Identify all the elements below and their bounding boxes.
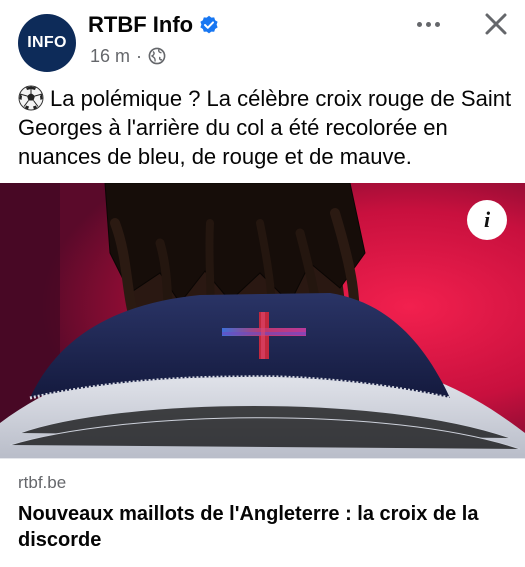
jersey-photo [0,183,525,458]
more-options-dot [425,21,431,27]
post-header: INFO RTBF Info 16 m · [0,0,525,80]
more-options-button[interactable] [410,10,446,38]
avatar-label: INFO [27,34,67,51]
globe-icon [148,47,166,65]
page-name-row: RTBF Info [88,10,219,40]
info-button[interactable]: i [467,200,507,240]
page-name[interactable]: RTBF Info [88,12,193,38]
close-icon [485,13,507,35]
page-avatar[interactable]: INFO [18,14,76,72]
post-time[interactable]: 16 m [90,46,130,67]
soccer-ball-icon [18,85,44,111]
info-icon: i [483,207,491,232]
more-options-icon [416,21,422,27]
post-text: La polémique ? La célèbre croix rouge de… [18,86,512,169]
link-preview-image[interactable] [0,183,525,458]
link-footer[interactable]: rtbf.be Nouveaux maillots de l'Angleterr… [0,458,525,567]
post-body: La polémique ? La célèbre croix rouge de… [18,84,513,171]
post-meta: 16 m · [90,44,166,68]
link-headline[interactable]: Nouveaux maillots de l'Angleterre : la c… [18,501,508,553]
verified-badge-icon [200,15,218,34]
close-button[interactable] [480,8,512,40]
link-domain: rtbf.be [18,473,67,492]
more-options-dot [434,21,440,27]
meta-separator: · [136,45,143,66]
